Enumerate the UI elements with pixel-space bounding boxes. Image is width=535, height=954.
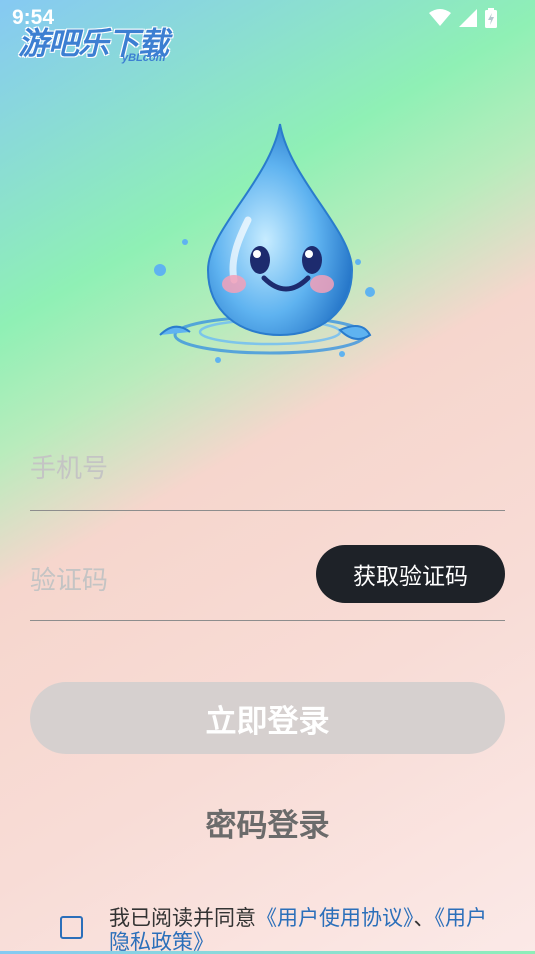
login-button[interactable]: 立即登录 — [30, 682, 505, 754]
agreement-checkbox[interactable] — [60, 916, 83, 939]
user-agreement-link[interactable]: 《用户使用协议》 — [256, 906, 414, 930]
watermark-subtitle: yBLcom — [122, 52, 166, 64]
phone-field[interactable]: 手机号 — [30, 432, 505, 511]
signal-icon — [459, 9, 477, 27]
agreement-text: 我已阅读并同意《用户使用协议》、《用户隐私政策》 — [109, 906, 499, 954]
verification-code-field[interactable]: 验证码 获取验证码 — [30, 540, 505, 621]
wifi-icon — [429, 9, 451, 26]
agreement-prefix: 我已阅读并同意 — [109, 906, 256, 930]
get-code-button[interactable]: 获取验证码 — [316, 545, 505, 603]
phone-input-placeholder: 手机号 — [30, 454, 109, 484]
code-input-placeholder: 验证码 — [30, 566, 109, 596]
water-drop-mascot-icon — [154, 123, 375, 363]
battery-icon — [485, 8, 497, 28]
password-login-link[interactable]: 密码登录 — [0, 800, 535, 845]
watermark-logo: 游吧乐下载 yBLcom — [18, 18, 169, 64]
agreement-separator: 、 — [413, 906, 435, 930]
status-icons — [429, 8, 497, 28]
